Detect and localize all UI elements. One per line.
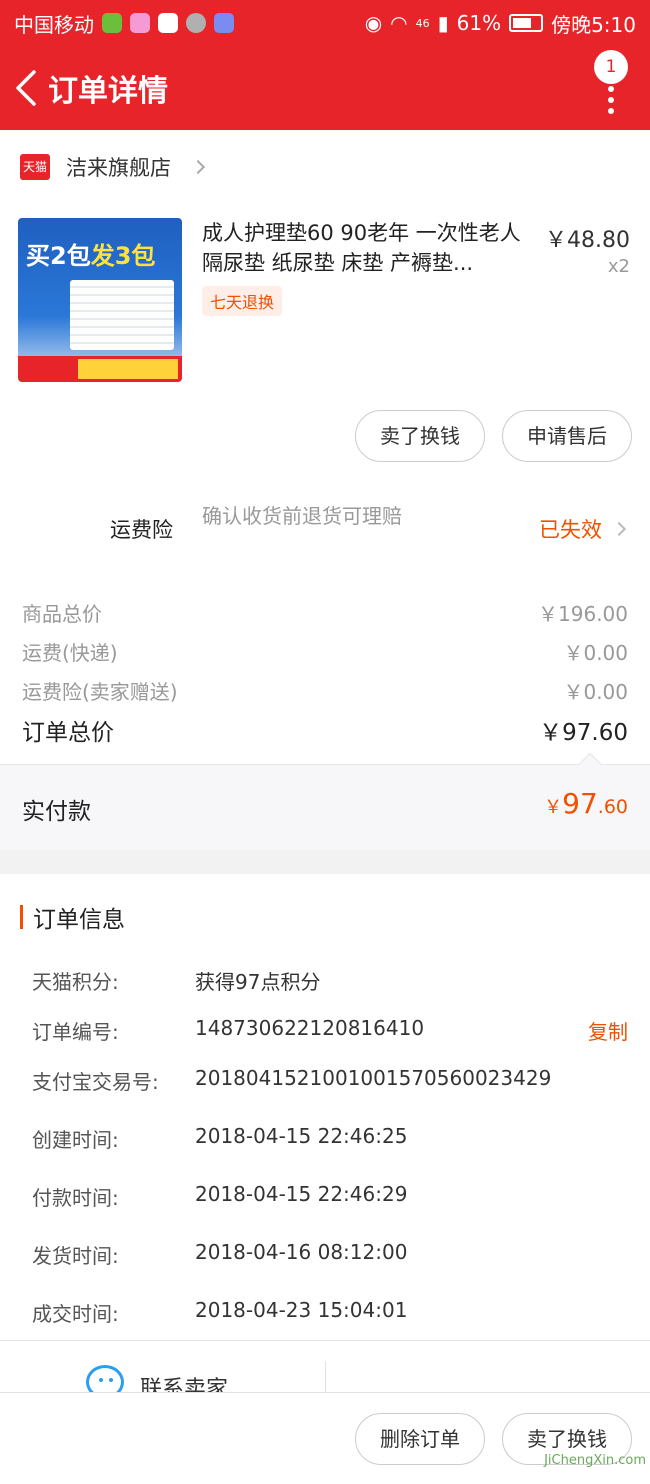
wifi-icon: ◠ — [390, 11, 408, 35]
summary-row: 运费险(卖家赠送) ￥0.00 — [22, 676, 628, 705]
more-vertical-icon — [608, 86, 614, 119]
insurance-label: 运费险 — [110, 518, 173, 542]
summary-row: 运费(快递) ￥0.00 — [22, 637, 628, 666]
product-image[interactable]: 买2包发3包 — [18, 218, 182, 382]
more-menu-button[interactable]: 1 — [594, 50, 630, 120]
delete-order-button[interactable]: 删除订单 — [355, 1413, 485, 1465]
price-summary: 商品总价 ￥196.00 运费(快递) ￥0.00 运费险(卖家赠送) ￥0.0… — [0, 580, 650, 764]
actual-payment-label: 实付款 — [22, 799, 91, 825]
info-label: 支付宝交易号: — [32, 1070, 159, 1094]
insurance-status-text: 已失效 — [539, 518, 602, 542]
info-value: 获得97点积分 — [195, 970, 321, 994]
summary-value: ￥196.00 — [538, 602, 628, 626]
shipping-insurance-row[interactable]: 运费险 确认收货前退货可理赔 已失效 — [0, 480, 650, 580]
info-label: 创建时间: — [32, 1128, 119, 1152]
product-quantity: x2 — [607, 256, 630, 277]
product-price: ￥48.80 — [545, 228, 630, 253]
info-label: 成交时间: — [32, 1302, 119, 1326]
clock: 傍晚5:10 — [551, 12, 636, 37]
insurance-status: 已失效 — [539, 514, 627, 544]
divider — [325, 1361, 326, 1392]
message-icon — [158, 13, 178, 33]
summary-value: ￥0.00 — [563, 641, 628, 665]
order-total-label: 订单总价 — [22, 720, 114, 746]
signal-icon: ▮ — [437, 11, 449, 35]
info-value: 2018-04-23 15:04:01 — [195, 1298, 408, 1322]
product-image-tag — [78, 359, 178, 379]
amount-integer: 97 — [562, 787, 598, 820]
summary-value: ￥0.00 — [563, 680, 628, 704]
chat-bubble-icon[interactable] — [86, 1365, 124, 1392]
info-value: 2018041521001001570560023429 — [195, 1066, 552, 1090]
summary-label: 运费险(卖家赠送) — [22, 680, 178, 704]
chevron-right-icon — [190, 159, 206, 175]
info-value: 2018-04-16 08:12:00 — [195, 1240, 408, 1264]
insurance-description: 确认收货前退货可理赔 — [202, 504, 402, 528]
info-value: 148730622120816410 — [195, 1016, 425, 1040]
actual-payment-value: ￥97.60 — [544, 787, 628, 820]
summary-label: 商品总价 — [22, 602, 102, 626]
info-label: 付款时间: — [32, 1186, 119, 1210]
return-policy-badge: 七天退换 — [202, 286, 283, 316]
top-nav-bar: 订单详情 1 — [0, 46, 650, 130]
product-title[interactable]: 成人护理垫60 90老年 一次性老人隔尿垫 纸尿垫 床垫 产褥垫... — [202, 218, 532, 278]
back-arrow-icon[interactable] — [6, 46, 46, 130]
amount-decimal: .60 — [597, 796, 628, 818]
copy-order-number-button[interactable]: 复制 — [588, 1016, 628, 1045]
app-notification-icon — [130, 13, 150, 33]
section-title: 订单信息 — [33, 907, 125, 933]
info-label: 发货时间: — [32, 1244, 119, 1268]
app-notification-icon — [214, 13, 234, 33]
order-item-card: 天猫 洁来旗舰店 买2包发3包 成人护理垫60 90老年 一次性老人隔尿垫 纸尿… — [0, 130, 650, 480]
chevron-right-icon — [611, 521, 627, 537]
page-title: 订单详情 — [48, 74, 168, 109]
info-value: 2018-04-15 22:46:25 — [195, 1124, 408, 1148]
app-notification-icon — [102, 13, 122, 33]
battery-percent: 61% — [456, 11, 502, 35]
summary-label: 运费(快递) — [22, 641, 118, 665]
app-notification-icon — [186, 13, 206, 33]
order-info-heading: 订单信息 — [20, 900, 125, 934]
after-sale-button[interactable]: 申请售后 — [502, 410, 632, 462]
eye-icon: ◉ — [364, 11, 383, 35]
summary-row: 商品总价 ￥196.00 — [22, 598, 628, 627]
info-label: 订单编号: — [32, 1020, 119, 1044]
watermark: JiChengXin.com — [544, 1453, 646, 1468]
info-label: 天猫积分: — [32, 970, 119, 994]
contact-seller-bar: 联系卖家 — [0, 1340, 650, 1392]
carrier-name: 中国移动 — [14, 12, 94, 37]
actual-payment-row: 实付款 ￥97.60 — [0, 752, 650, 850]
product-image-pads — [70, 280, 174, 350]
bottom-action-bar: 删除订单 卖了换钱 JiChengXin.com — [0, 1392, 650, 1484]
tmall-logo-icon: 天猫 — [20, 154, 50, 180]
battery-icon — [509, 14, 544, 32]
notification-badge: 1 — [594, 50, 628, 84]
status-bar: 中国移动 ◉ ◠ 46 ▮ 61% 傍晚5:10 — [0, 0, 650, 46]
shop-name: 洁来旗舰店 — [66, 156, 171, 180]
order-info-section: 订单信息 天猫积分: 获得97点积分 订单编号: 148730622120816… — [0, 874, 650, 1340]
currency-symbol: ￥ — [544, 797, 563, 818]
info-value: 2018-04-15 22:46:29 — [195, 1182, 408, 1206]
product-image-headline: 买2包发3包 — [26, 242, 156, 270]
contact-seller-button[interactable]: 联系卖家 — [140, 1371, 228, 1392]
order-total-row: 订单总价 ￥97.60 — [22, 713, 628, 747]
shop-link[interactable]: 天猫 洁来旗舰店 — [20, 152, 206, 182]
order-total-value: ￥97.60 — [539, 720, 628, 746]
sell-for-cash-button[interactable]: 卖了换钱 — [355, 410, 485, 462]
section-accent-bar — [20, 905, 23, 929]
network-type: 46 — [415, 16, 430, 30]
